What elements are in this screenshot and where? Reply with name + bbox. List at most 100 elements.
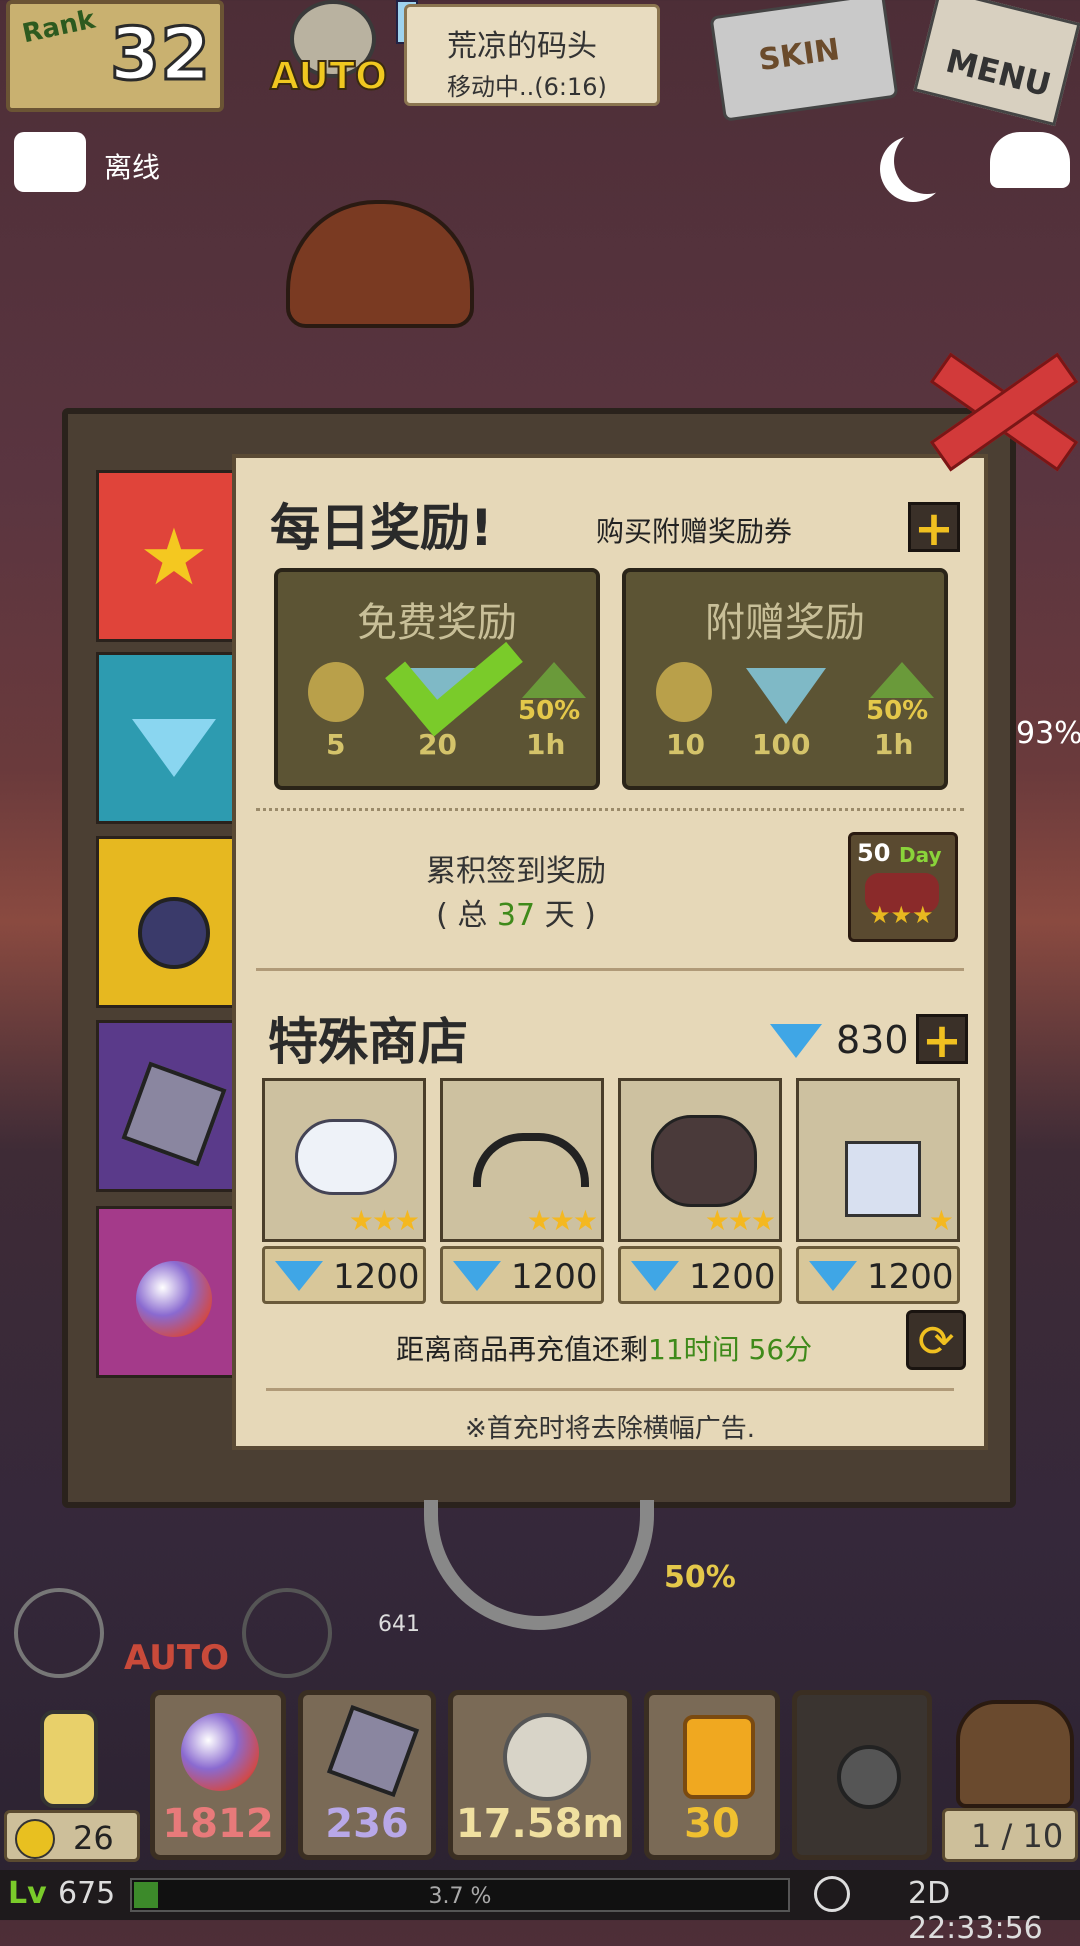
tab-potion[interactable] <box>96 836 246 1008</box>
clock-icon <box>814 1876 850 1912</box>
potion-icon <box>656 662 712 722</box>
tab-orb[interactable] <box>96 1206 246 1378</box>
bonus-boost-pct: 50% <box>866 696 929 726</box>
bonus-boost-duration: 1h <box>874 728 914 761</box>
quest-status: 移动中..(6:16) <box>447 73 607 101</box>
shell-icon <box>503 1713 591 1801</box>
price-value: 1200 <box>511 1257 598 1297</box>
potion-icon <box>308 662 364 722</box>
day50-reward-badge[interactable]: 50 Day ★★★ <box>848 832 958 942</box>
orb-count: 1812 <box>162 1801 274 1847</box>
gem-icon <box>275 1261 323 1291</box>
gem-balance: 830 <box>836 1018 909 1062</box>
shell-slot[interactable]: 17.58m <box>448 1690 632 1860</box>
cumulative-days-value: 37 <box>496 898 536 933</box>
capacity-counter: 1 / 10 <box>942 1808 1078 1862</box>
coin-icon <box>15 1819 55 1859</box>
free-reward-card[interactable]: 免费奖励 5 20 50% 1h <box>274 568 600 790</box>
tab-shield[interactable] <box>96 1020 246 1192</box>
coin-value: 26 <box>73 1819 114 1857</box>
boost-arrow-icon <box>522 662 586 698</box>
quest-location: 荒凉的码头 <box>447 29 597 64</box>
side-progress-pct: 93% <box>1016 716 1080 751</box>
restock-time: 11时间 56分 <box>648 1333 813 1366</box>
potion-icon <box>129 879 219 969</box>
menu-button[interactable]: MENU <box>913 0 1080 127</box>
day-badge-num: 50 <box>857 839 891 867</box>
close-button[interactable] <box>926 346 1079 472</box>
rewards-paper: 每日奖励! 购买附赠奖励券 + 免费奖励 5 20 50% 1h 附赠奖励 10… <box>232 454 988 1450</box>
price-tag[interactable]: 1200 <box>440 1246 604 1304</box>
menu-label: MENU <box>942 41 1055 105</box>
rank-badge: Rank 32 <box>6 0 224 112</box>
divider <box>256 808 964 811</box>
moon-icon[interactable] <box>894 128 960 194</box>
gem-icon <box>453 1261 501 1291</box>
price-value: 1200 <box>689 1257 776 1297</box>
tab-star[interactable]: ★ <box>96 470 246 642</box>
helmet-icon[interactable] <box>956 1700 1074 1808</box>
play-time: 2D 22:33:56 <box>908 1876 1043 1946</box>
buy-voucher-label[interactable]: 购买附赠奖励券 <box>596 510 792 550</box>
bonus-reward-card[interactable]: 附赠奖励 10 100 50% 1h <box>622 568 948 790</box>
amber-icon <box>683 1715 755 1799</box>
stars-icon: ★★★ <box>526 1204 598 1237</box>
free-boost-duration: 1h <box>526 728 566 761</box>
stars-icon: ★ <box>928 1204 954 1237</box>
quest-panel[interactable]: 荒凉的码头 移动中..(6:16) <box>404 4 660 106</box>
orb-icon <box>129 1249 219 1339</box>
tab-gem[interactable] <box>96 652 246 824</box>
free-potion-count: 5 <box>326 728 346 761</box>
add-gems-button[interactable]: + <box>916 1014 968 1065</box>
capacity-value: 1 / 10 <box>971 1817 1064 1855</box>
gem-icon <box>129 695 219 785</box>
divider <box>256 968 964 971</box>
crosshair-icon[interactable] <box>242 1588 332 1678</box>
special-shop-title: 特殊商店 <box>268 1013 468 1071</box>
shop-item[interactable]: ★★★ 1200 <box>618 1078 782 1306</box>
price-tag[interactable]: 1200 <box>618 1246 782 1304</box>
shield-count: 236 <box>325 1801 409 1847</box>
parachute-icon[interactable] <box>286 200 474 328</box>
distance-value: 641 <box>378 1612 420 1637</box>
lock-icon <box>837 1745 901 1809</box>
price-tag[interactable]: 1200 <box>796 1246 960 1304</box>
shop-item[interactable]: ★ 1200 <box>796 1078 960 1306</box>
shield-icon <box>326 1704 420 1798</box>
auto-battle-button[interactable]: AUTO <box>124 1638 229 1678</box>
divider <box>266 1388 954 1391</box>
bonus-potion-count: 10 <box>666 728 705 761</box>
gem-icon <box>746 668 826 724</box>
level-icon: Lv <box>8 1876 47 1911</box>
rank-label: Rank <box>19 4 98 50</box>
stars-icon: ★★★ <box>869 901 934 929</box>
chat-status: 离线 <box>104 151 161 184</box>
compass-icon[interactable] <box>14 1588 104 1678</box>
price-tag[interactable]: 1200 <box>262 1246 426 1304</box>
shield-slot[interactable]: 236 <box>298 1690 436 1860</box>
buy-voucher-plus-button[interactable]: + <box>908 502 960 553</box>
orb-slot[interactable]: 1812 <box>150 1690 286 1860</box>
cumulative-days: ( 总 37 天 ) <box>436 898 596 933</box>
refresh-icon[interactable]: ⟳ <box>906 1310 966 1370</box>
skin-button[interactable]: SKIN <box>709 0 899 122</box>
amber-slot[interactable]: 30 <box>644 1690 780 1860</box>
level-value: 675 <box>58 1876 116 1911</box>
day-badge-word: Day <box>899 843 942 867</box>
exp-text: 3.7 % <box>428 1884 492 1909</box>
restock-timer: 距离商品再充值还剩11时间 56分 <box>396 1333 813 1366</box>
shell-count: 17.58m <box>455 1801 625 1847</box>
price-value: 1200 <box>867 1257 954 1297</box>
price-value: 1200 <box>333 1257 420 1297</box>
wheel-icon[interactable] <box>424 1500 654 1630</box>
chat-icon[interactable] <box>14 132 86 192</box>
shop-item[interactable]: ★★★ 1200 <box>440 1078 604 1306</box>
shop-item[interactable]: ★★★ 1200 <box>262 1078 426 1306</box>
locked-slot[interactable] <box>792 1690 932 1860</box>
cloud-upload-icon[interactable] <box>990 132 1070 188</box>
coin-counter: 26 <box>4 1810 140 1862</box>
rank-value: 32 <box>108 11 211 98</box>
skin-label: SKIN <box>756 32 842 79</box>
auto-toggle-button[interactable]: AUTO <box>269 53 388 99</box>
hourglass-icon[interactable] <box>10 1700 120 1810</box>
